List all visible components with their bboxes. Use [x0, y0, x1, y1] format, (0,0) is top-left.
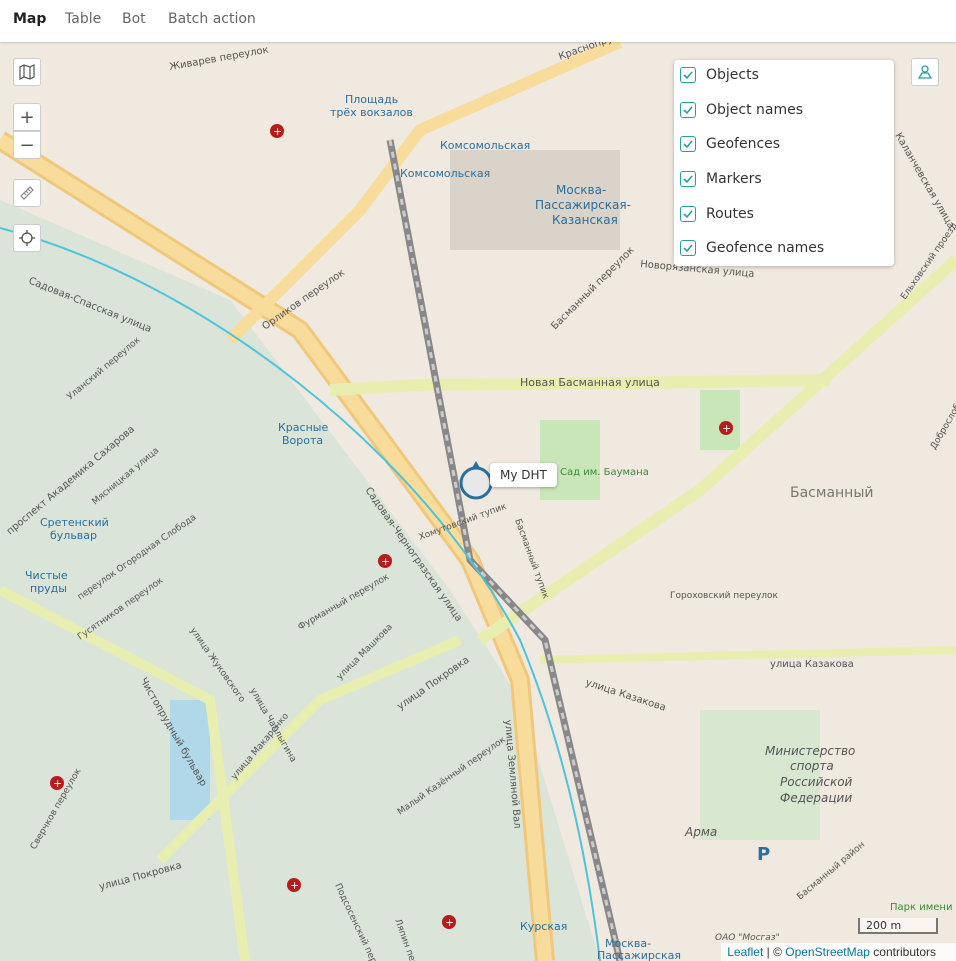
layer-label: Object names — [706, 102, 804, 118]
svg-text:+: + — [273, 125, 282, 138]
tab-bot[interactable]: Bot — [122, 11, 146, 27]
layer-geofence-names[interactable]: Geofence names — [680, 237, 824, 259]
osm-link[interactable]: OpenStreetMap — [785, 945, 870, 959]
label-chistye2: пруды — [30, 582, 67, 595]
measure-button[interactable] — [13, 179, 41, 207]
checkmark-icon — [683, 140, 693, 149]
ruler-icon — [20, 186, 34, 200]
label-arma: Арма — [684, 825, 717, 839]
attribution: Leaflet | © OpenStreetMap contributors — [721, 943, 956, 961]
label-sretensky1: Сретенский — [40, 516, 109, 529]
layer-geofences[interactable]: Geofences — [680, 133, 780, 155]
layer-label: Routes — [706, 206, 754, 222]
label-komsomolskaya2: Комсомольская — [400, 167, 490, 180]
svg-text:+: + — [290, 879, 299, 892]
park-area — [700, 390, 740, 450]
hospital-icon: + — [287, 878, 301, 892]
scale-bar: 200 m — [858, 918, 938, 934]
layer-label: Objects — [706, 67, 759, 83]
leaflet-link[interactable]: Leaflet — [727, 945, 763, 959]
svg-text:+: + — [53, 777, 62, 790]
label-chistye1: Чистые — [25, 569, 68, 582]
label-garden: Сад им. Баумана — [560, 467, 649, 478]
layer-markers[interactable]: Markers — [680, 168, 762, 190]
label-kazan3: Казанская — [552, 213, 618, 227]
tab-batch-action[interactable]: Batch action — [168, 11, 256, 27]
label-ministry2: спорта — [790, 759, 834, 773]
checkmark-icon — [683, 71, 693, 80]
layer-panel: Objects Object names Geofences Markers R… — [674, 60, 894, 266]
checkbox[interactable] — [680, 67, 696, 83]
checkmark-icon — [683, 244, 693, 253]
attribution-separator: | © — [763, 945, 786, 959]
label-kurskaya: Курская — [520, 920, 567, 933]
label-mosgaz: ОАО "Мосгаз" — [715, 933, 780, 943]
layers-button[interactable] — [13, 58, 41, 86]
layer-label: Geofences — [706, 136, 781, 152]
label-passazhirskaya-bottom: Пассажирская — [597, 949, 681, 961]
map-icon — [19, 64, 35, 80]
checkbox[interactable] — [680, 206, 696, 222]
layer-label: Geofence names — [706, 240, 825, 256]
tab-map[interactable]: Map — [13, 11, 46, 27]
user-marker-icon — [917, 65, 933, 79]
user-location-button[interactable] — [911, 58, 939, 86]
crosshair-icon — [19, 230, 35, 246]
label-ploshchad2: трёх вокзалов — [330, 106, 413, 119]
checkbox[interactable] — [680, 240, 696, 256]
checkbox[interactable] — [680, 136, 696, 152]
label-ministry1: Министерство — [765, 744, 855, 758]
garden-area — [540, 420, 600, 500]
label-kazan2: Пассажирская- — [535, 198, 631, 212]
checkmark-icon — [683, 106, 693, 115]
zoom-in-button[interactable]: + — [13, 103, 41, 131]
label-krasnye1: Красные — [278, 421, 328, 434]
hospital-icon: + — [719, 421, 733, 435]
locate-button[interactable] — [13, 224, 41, 252]
checkbox[interactable] — [680, 171, 696, 187]
label-kazakova: улица Казакова — [770, 659, 854, 670]
checkmark-icon — [683, 210, 693, 219]
layer-routes[interactable]: Routes — [680, 203, 754, 225]
checkbox[interactable] — [680, 102, 696, 118]
zoom-out-button[interactable]: − — [13, 131, 41, 159]
svg-text:+: + — [381, 555, 390, 568]
checkmark-icon — [683, 175, 693, 184]
label-sretensky2: бульвар — [50, 529, 97, 542]
svg-text:+: + — [722, 422, 731, 435]
label-ploshchad1: Площадь — [345, 93, 398, 106]
svg-text:+: + — [445, 916, 454, 929]
label-gorokhovsky: Гороховский переулок — [670, 591, 779, 601]
tab-table[interactable]: Table — [65, 11, 101, 27]
label-krasnye2: Ворота — [282, 434, 323, 447]
layer-object-names[interactable]: Object names — [680, 99, 803, 121]
label-novaya-basmannaya: Новая Басманная улица — [520, 376, 660, 389]
label-ministry3: Российской — [780, 775, 853, 789]
hospital-icon: + — [442, 915, 456, 929]
label-park-imeni: Парк имени — [890, 902, 952, 913]
label-kazan1: Москва- — [556, 183, 606, 197]
hospital-icon: + — [50, 776, 64, 790]
object-name-tooltip: My DHT — [490, 463, 557, 487]
label-komsomolskaya1: Комсомольская — [440, 139, 530, 152]
tab-bar: Map Table Bot Batch action — [0, 0, 956, 42]
hospital-icon: + — [270, 124, 284, 138]
label-basmanny-district: Басманный — [790, 485, 873, 501]
attribution-suffix: contributors — [869, 945, 936, 959]
map-view[interactable]: Живарев переулок Площадь трёх вокзалов К… — [0, 42, 956, 961]
layer-objects[interactable]: Objects — [680, 64, 759, 86]
label-ministry4: Федерации — [780, 791, 852, 805]
layer-label: Markers — [706, 171, 762, 187]
hospital-icon: + — [378, 554, 392, 568]
parking-icon: P — [757, 844, 770, 865]
